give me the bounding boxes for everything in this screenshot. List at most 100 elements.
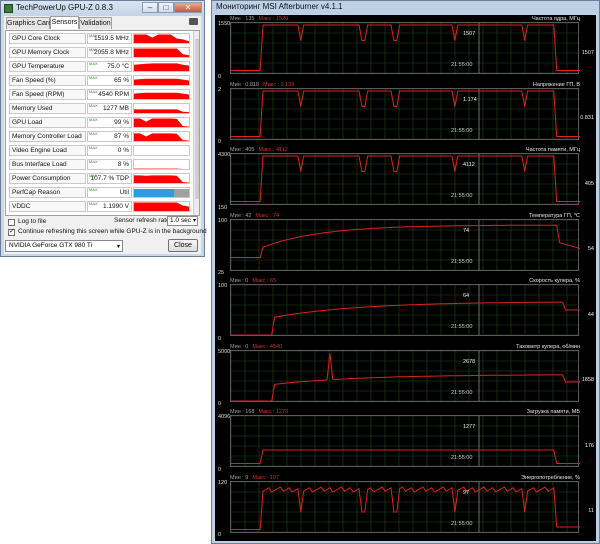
sensor-list: GPU Core Clock 1519.5 MHz MAX GPU Memory Cl… — [5, 30, 200, 216]
sensor-name[interactable]: GPU Load — [9, 117, 86, 128]
camera-icon[interactable] — [189, 18, 198, 25]
panel-y-bottom-label: 150 — [218, 204, 228, 211]
afterburner-title-bar[interactable]: Мониторинг MSI Afterburner v4.1.1 — [212, 1, 599, 13]
panel-plot[interactable] — [230, 22, 580, 74]
close-button[interactable]: Close — [168, 239, 198, 252]
panel-y-top-label: 2 — [218, 86, 222, 93]
panel-y-top-label: 4096 — [218, 414, 231, 420]
sensor-row: GPU Memory Clock 2055.8 MHz MAX — [6, 46, 192, 60]
gpuz-window-title: TechPowerUp GPU-Z 0.8.3 — [16, 3, 113, 12]
panel-plot[interactable] — [230, 480, 580, 533]
sensor-row: VDDC 1.1990 V MAX — [6, 200, 192, 214]
panel-y-top-label: 1550 — [218, 21, 231, 27]
sensor-row: Video Engine Load 0 % MAX — [6, 144, 192, 158]
panel-cursor-value: 4112 — [463, 162, 475, 168]
sensor-max-tag: MAX — [89, 33, 98, 38]
minimize-button[interactable]: – — [142, 2, 158, 13]
sensor-name[interactable]: Bus Interface Load — [9, 159, 86, 170]
sensor-name[interactable]: Memory Used — [9, 103, 86, 114]
panel-plot[interactable] — [230, 87, 580, 140]
panel-current-value: 405 — [584, 180, 594, 187]
panel-plot[interactable] — [230, 284, 580, 336]
sensor-name[interactable]: Fan Speed (%) — [9, 75, 86, 86]
panel-timestamp: 21:55:00 — [451, 520, 473, 527]
sensor-name[interactable]: Memory Controller Load — [9, 131, 86, 142]
sensor-row: Fan Speed (%) 65 % MAX — [6, 74, 192, 88]
sensor-row: Memory Used 1277 MB MAX — [6, 102, 192, 116]
panel-timestamp: 21:55:00 — [451, 389, 473, 396]
panel-timestamp: 21:55:00 — [451, 258, 473, 265]
tab-validation[interactable]: Validation — [79, 17, 112, 29]
sensor-graph — [133, 89, 190, 100]
monitor-panel: Мин : 405 Макс : 4112 Частота памяти, МГц 4… — [215, 146, 596, 212]
sensor-name[interactable]: Power Consumption — [9, 173, 86, 184]
sensor-graph — [133, 117, 190, 128]
panel-cursor-value: 1.174 — [463, 96, 477, 103]
panel-timestamp: 21:55:00 — [451, 324, 473, 330]
tab-sensors[interactable]: Sensors — [50, 16, 79, 29]
panel-cursor-value: 1277 — [463, 424, 476, 430]
panel-cursor-value: 64 — [463, 293, 470, 299]
sensor-list-scrollbar[interactable] — [193, 31, 199, 215]
continue-refresh-label: Continue refreshing this screen while GP… — [18, 228, 207, 235]
panel-y-bottom-label: 0 — [218, 532, 222, 538]
panel-y-top-label: 120 — [218, 479, 228, 486]
sensor-row: GPU Load 99 % MAX — [6, 116, 192, 130]
sensor-graph — [133, 75, 190, 86]
panel-timestamp: 21:55:00 — [451, 455, 473, 461]
sensor-name[interactable]: Video Engine Load — [9, 145, 86, 156]
panel-y-top-label: 100 — [218, 283, 228, 289]
sensor-name[interactable]: VDDC — [9, 201, 86, 212]
afterburner-window-title: Мониторинг MSI Afterburner v4.1.1 — [216, 2, 343, 11]
panel-cursor-value: 2678 — [463, 358, 476, 365]
gpuz-app-icon — [4, 4, 13, 13]
sensor-graph — [133, 47, 190, 58]
sensor-max-tag: MAX — [89, 75, 98, 80]
sensor-max-tag: MAX — [89, 173, 98, 178]
monitor-panel: Мин : 0.818 Макс : 1.199 Напряжение ГП, В2… — [215, 81, 596, 147]
maximize-button[interactable]: □ — [158, 2, 174, 13]
panel-cursor-value: 1507 — [463, 31, 476, 37]
afterburner-window: Мониторинг MSI Afterburner v4.1.1 Мин : … — [211, 0, 600, 544]
sensor-graph — [133, 187, 190, 198]
sensor-name[interactable]: GPU Temperature — [9, 61, 86, 72]
sensor-max-tag: MAX — [89, 131, 98, 136]
sensor-row: GPU Core Clock 1519.5 MHz MAX — [6, 32, 192, 46]
panel-timestamp: 21:55:00 — [451, 127, 473, 134]
panel-cursor-value: 74 — [463, 227, 470, 234]
sensor-max-tag: MAX — [89, 159, 98, 164]
panel-current-value: 0.831 — [580, 115, 594, 121]
panel-y-bottom-label: 0 — [218, 401, 222, 407]
sensor-name[interactable]: GPU Core Clock — [9, 33, 86, 44]
tab-graphics-card[interactable]: Graphics Card — [6, 17, 52, 29]
continue-refresh-checkbox[interactable] — [8, 227, 15, 236]
log-to-file-checkbox[interactable] — [8, 219, 15, 226]
panel-plot[interactable] — [230, 218, 580, 271]
monitor-panel: Мин : 135 Макс : 1520 Частота ядра, МГц 155… — [215, 15, 596, 81]
window-close-button[interactable]: ✕ — [174, 2, 202, 13]
log-to-file-label: Log to file — [18, 218, 47, 225]
sensor-name[interactable]: GPU Memory Clock — [9, 47, 86, 58]
scrollbar-thumb[interactable] — [195, 39, 199, 199]
refresh-rate-label: Sensor refresh rate: — [114, 217, 172, 224]
monitoring-graph-area[interactable]: Мин : 135 Макс : 1520 Частота ядра, МГц 155… — [215, 15, 596, 541]
sensor-max-tag: MAX — [89, 89, 98, 94]
panel-timestamp: 21:55:00 — [451, 193, 473, 199]
sensor-row: PerfCap Reason Util MAX — [6, 186, 192, 200]
refresh-rate-select[interactable]: 1.0 sec — [167, 216, 198, 226]
gpuz-title-bar[interactable]: TechPowerUp GPU-Z 0.8.3 – □ ✕ — [1, 1, 204, 16]
panel-current-value: 176 — [584, 442, 594, 449]
gpu-select-dropdown[interactable]: NVIDIA GeForce GTX 980 Ti — [5, 240, 123, 252]
sensor-graph — [133, 33, 190, 44]
gpuz-client-area: Graphics Card Sensors Validation GPU Cor… — [4, 16, 207, 254]
panel-plot[interactable] — [230, 153, 580, 205]
sensor-max-tag: MAX — [89, 187, 98, 192]
sensor-max-tag: MAX — [89, 201, 98, 206]
sensor-name[interactable]: PerfCap Reason — [9, 187, 86, 198]
panel-timestamp: 21:55:00 — [451, 62, 473, 68]
sensor-name[interactable]: Fan Speed (RPM) — [9, 89, 86, 100]
sensor-max-tag: MAX — [89, 117, 98, 122]
sensor-max-tag: MAX — [89, 145, 98, 150]
panel-plot[interactable] — [230, 349, 580, 402]
panel-plot[interactable] — [230, 415, 580, 467]
